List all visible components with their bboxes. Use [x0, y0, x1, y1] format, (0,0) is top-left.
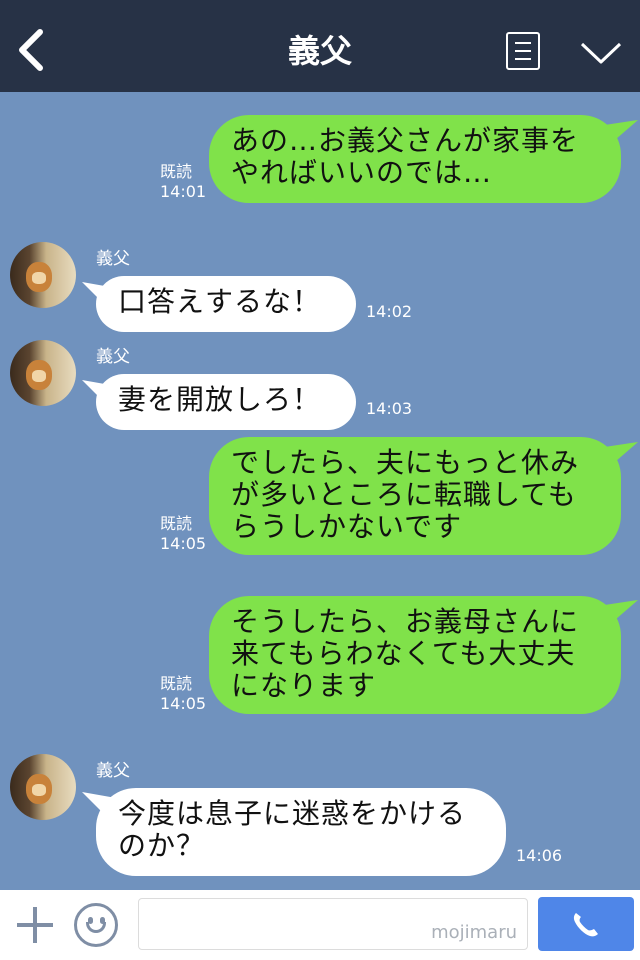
read-receipt: 既読 — [160, 674, 193, 693]
message-time: 14:05 — [160, 694, 207, 713]
smiley-icon[interactable] — [74, 903, 118, 947]
message-time: 14:01 — [160, 182, 207, 201]
call-button[interactable] — [538, 897, 634, 951]
chat-title: 義父 — [287, 32, 352, 70]
message-bubble-incoming[interactable]: 今度は息子に迷惑をかける のか？ — [96, 788, 506, 876]
message-bubble-outgoing[interactable]: でしたら、夫にもっと休み が多いところに転職しても らうしかないです — [209, 437, 621, 555]
watermark: mojimaru — [431, 922, 517, 943]
sender-name: 義父 — [96, 347, 130, 367]
message-bubble-outgoing[interactable]: あの…お義父さんが家事を やればいいのでは… — [209, 115, 621, 203]
message-list[interactable]: あの…お義父さんが家事を やればいいのでは… 既読 14:01 義父 口答えする… — [0, 92, 640, 890]
message-time: 14:02 — [366, 302, 413, 321]
message-composer: mojimaru — [0, 890, 640, 960]
message-bubble-incoming[interactable]: 妻を開放しろ！ — [96, 374, 356, 430]
message-time: 14:05 — [160, 534, 207, 553]
phone-icon — [573, 913, 598, 937]
read-receipt: 既読 — [160, 162, 193, 181]
message-time: 14:03 — [366, 399, 413, 418]
message-bubble-incoming[interactable]: 口答えするな！ — [96, 276, 356, 332]
avatar[interactable] — [10, 242, 76, 308]
message-input[interactable]: mojimaru — [138, 898, 528, 950]
sender-name: 義父 — [96, 761, 130, 781]
menu-icon[interactable] — [506, 32, 540, 70]
plus-icon[interactable] — [14, 904, 56, 946]
message-time: 14:06 — [516, 846, 563, 865]
chevron-down-icon[interactable] — [578, 38, 624, 68]
avatar[interactable] — [10, 340, 76, 406]
chat-header: 義父 — [0, 0, 640, 92]
read-receipt: 既読 — [160, 514, 193, 533]
sender-name: 義父 — [96, 249, 130, 269]
message-bubble-outgoing[interactable]: そうしたら、お義母さんに 来てもらわなくても大丈夫 になります — [209, 596, 621, 714]
avatar[interactable] — [10, 754, 76, 820]
